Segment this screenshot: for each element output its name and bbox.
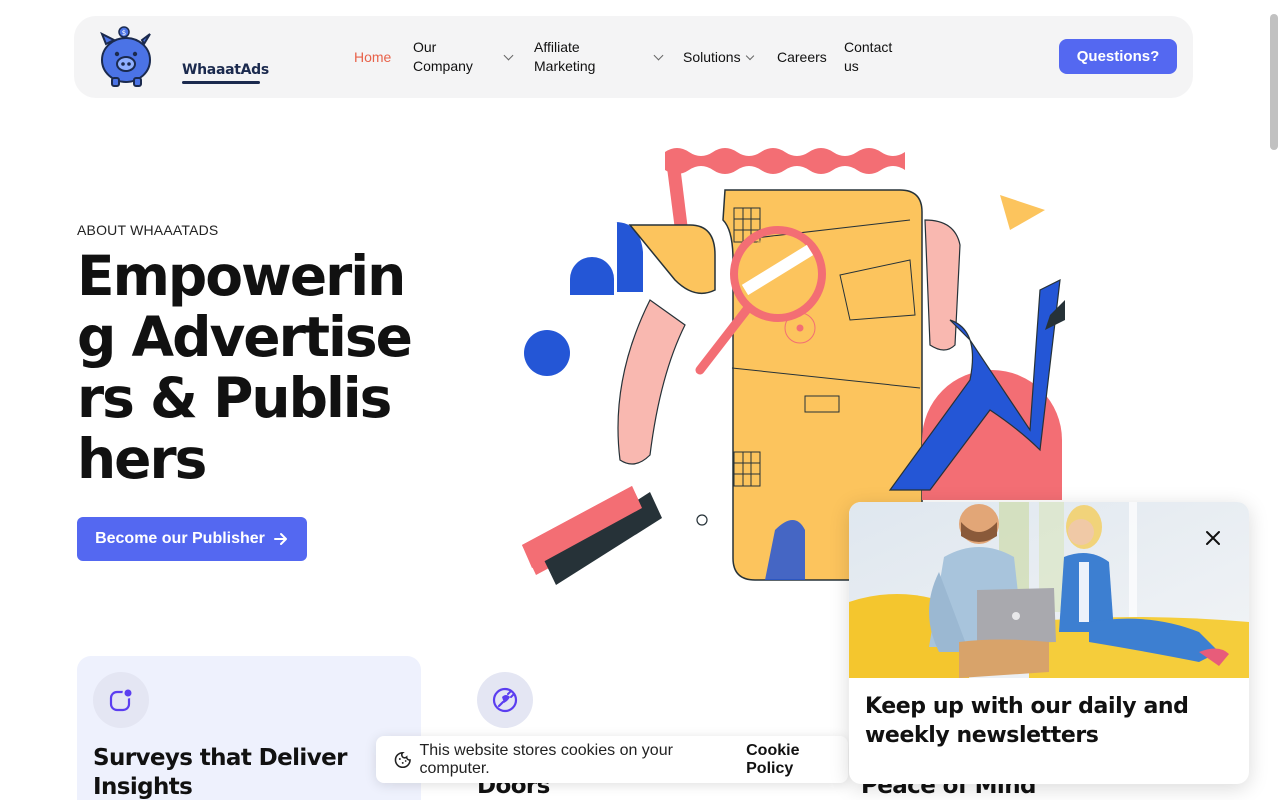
cookie-text: This website stores cookies on your comp… <box>419 741 673 777</box>
nav-home[interactable]: Home <box>354 48 391 67</box>
arrow-right-icon <box>273 533 287 545</box>
become-publisher-button[interactable]: Become our Publisher <box>77 517 307 561</box>
nav-contact-us[interactable]: Contact us <box>844 38 900 76</box>
chevron-down-icon[interactable] <box>503 50 514 61</box>
card-icon-circle <box>93 672 149 728</box>
cookie-icon <box>394 751 411 768</box>
cookie-banner: This website stores cookies on your comp… <box>376 736 848 783</box>
svg-text:$: $ <box>122 29 126 37</box>
newsletter-popup: Keep up with our daily and weekly newsle… <box>849 502 1249 784</box>
site-logo[interactable]: $ WhaaatAds <box>96 26 269 88</box>
nav-solutions[interactable]: Solutions <box>683 48 741 67</box>
page-scrollbar[interactable] <box>1270 14 1278 150</box>
nav-affiliate-marketing[interactable]: Affiliate Marketing <box>534 38 614 76</box>
chevron-down-icon[interactable] <box>745 51 755 61</box>
become-publisher-label: Become our Publisher <box>95 530 265 547</box>
site-header: $ WhaaatAds Home Our Company Affiliate M… <box>74 16 1193 98</box>
chevron-down-icon[interactable] <box>653 50 664 61</box>
newsletter-title: Keep up with our daily and weekly newsle… <box>865 694 1189 748</box>
newsletter-image <box>849 502 1249 678</box>
hero-title: Empowering Advertisers & Publishers <box>77 244 413 491</box>
logo-text: WhaaatAds <box>182 62 269 78</box>
logo-underline <box>182 81 260 84</box>
nav-careers[interactable]: Careers <box>777 48 827 67</box>
nav-our-company[interactable]: Our Company <box>413 38 483 76</box>
card-icon-circle <box>477 672 533 728</box>
questions-button[interactable]: Questions? <box>1059 39 1177 74</box>
hero-eyebrow: ABOUT WHAAATADS <box>77 222 219 238</box>
plug-icon <box>492 687 518 713</box>
piggy-bank-icon: $ <box>100 26 151 87</box>
cookie-policy-link[interactable]: Cookie Policy <box>746 742 848 778</box>
close-icon[interactable] <box>1203 528 1223 548</box>
card-title: Surveys that Deliver Insights <box>93 745 347 800</box>
feature-card-surveys: Surveys that Deliver Insights <box>77 656 421 800</box>
notification-square-icon <box>109 687 134 712</box>
